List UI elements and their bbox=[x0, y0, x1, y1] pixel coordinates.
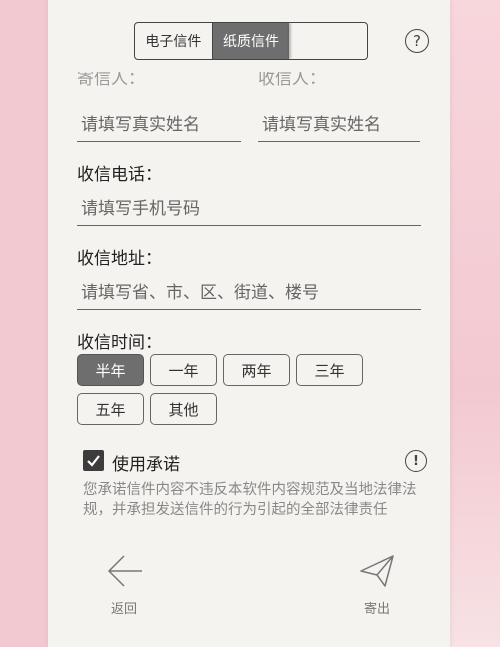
recipient-name-input[interactable]: 请填写真实姓名 bbox=[258, 108, 420, 142]
tab-obscured[interactable] bbox=[289, 23, 367, 59]
sender-name-input[interactable]: 请填写真实姓名 bbox=[77, 108, 241, 142]
phone-input[interactable]: 请填写手机号码 bbox=[77, 192, 421, 226]
time-option-three-years[interactable]: 三年 bbox=[296, 354, 363, 386]
time-option-two-years[interactable]: 两年 bbox=[223, 354, 290, 386]
info-icon[interactable]: ! bbox=[405, 450, 427, 472]
time-option-five-years[interactable]: 五年 bbox=[77, 393, 144, 425]
time-option-half-year[interactable]: 半年 bbox=[77, 354, 144, 386]
letter-type-tabs: 电子信件 纸质信件 bbox=[134, 22, 368, 60]
checkmark-icon bbox=[87, 455, 100, 467]
promise-label[interactable]: 使用承诺 bbox=[112, 450, 180, 475]
time-label: 收信时间： bbox=[77, 333, 162, 353]
phone-label: 收信电话： bbox=[77, 165, 162, 185]
decorative-background bbox=[450, 0, 500, 647]
recipient-label: 收信人： bbox=[258, 72, 326, 89]
send-paper-plane-icon[interactable] bbox=[358, 553, 396, 589]
send-label[interactable]: 寄出 bbox=[364, 598, 390, 617]
back-label[interactable]: 返回 bbox=[111, 598, 137, 617]
promise-checkbox[interactable] bbox=[83, 450, 104, 471]
address-label: 收信地址： bbox=[77, 249, 162, 269]
promise-notice: 您承诺信件内容不违反本软件内容规范及当地法律法规，并承担发送信件的行为引起的全部… bbox=[83, 482, 417, 518]
letter-form-panel bbox=[48, 0, 450, 647]
question-circle-icon[interactable]: ? bbox=[405, 29, 429, 53]
time-option-other[interactable]: 其他 bbox=[150, 393, 217, 425]
tab-electronic-letter[interactable]: 电子信件 bbox=[135, 23, 212, 59]
time-option-one-year[interactable]: 一年 bbox=[150, 354, 217, 386]
back-arrow-icon[interactable] bbox=[106, 553, 144, 589]
address-input[interactable]: 请填写省、市、区、街道、楼号 bbox=[77, 276, 421, 310]
sender-label: 寄信人： bbox=[77, 72, 145, 89]
tab-paper-letter[interactable]: 纸质信件 bbox=[211, 23, 290, 59]
